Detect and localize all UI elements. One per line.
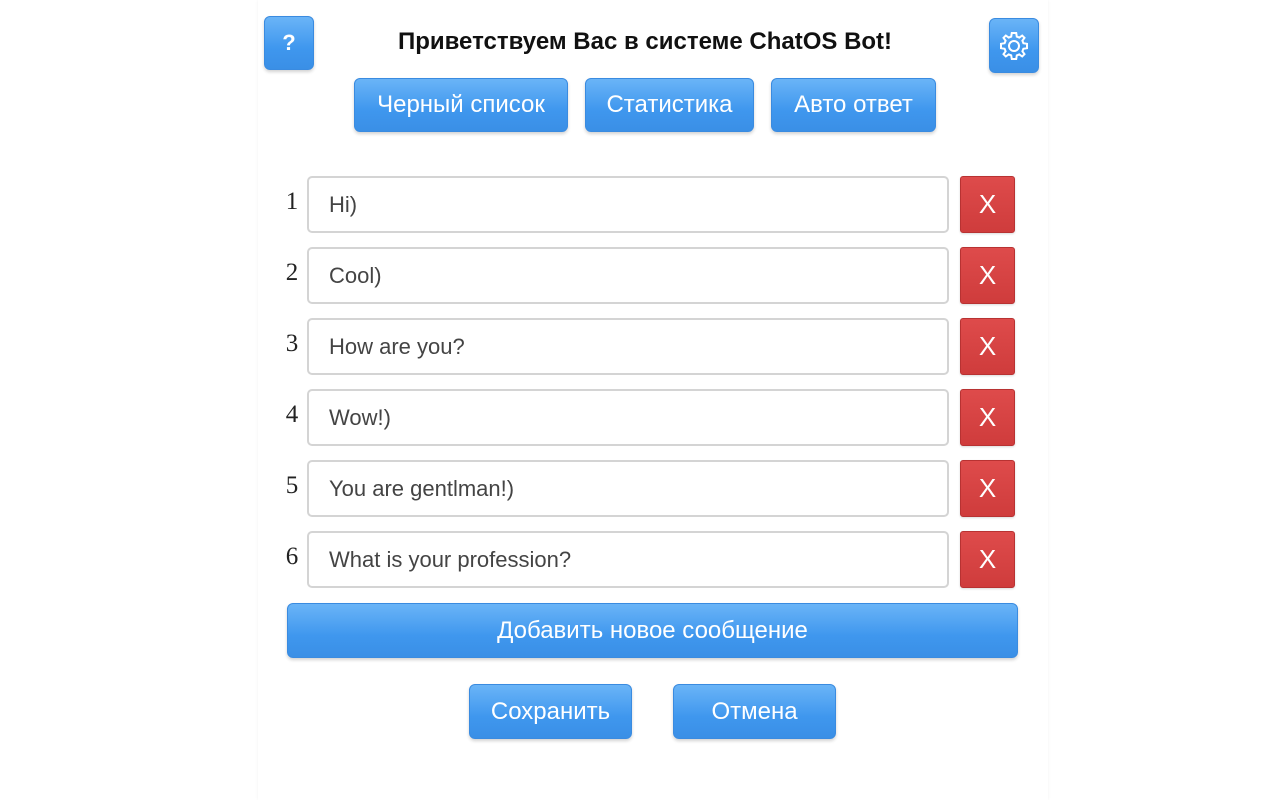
message-input[interactable] xyxy=(307,460,949,517)
tab-statistics[interactable]: Статистика xyxy=(585,78,754,132)
delete-button[interactable]: X xyxy=(960,176,1015,233)
message-input[interactable] xyxy=(307,389,949,446)
row-number: 1 xyxy=(285,188,299,215)
delete-button[interactable]: X xyxy=(960,318,1015,375)
row-number: 4 xyxy=(285,401,299,428)
delete-button[interactable]: X xyxy=(960,460,1015,517)
add-message-button[interactable]: Добавить новое сообщение xyxy=(287,603,1018,658)
row-number: 6 xyxy=(285,543,299,570)
help-button[interactable]: ? xyxy=(264,16,314,70)
save-button[interactable]: Сохранить xyxy=(469,684,632,739)
delete-button[interactable]: X xyxy=(960,389,1015,446)
delete-button[interactable]: X xyxy=(960,531,1015,588)
settings-button[interactable] xyxy=(989,18,1039,73)
cancel-button[interactable]: Отмена xyxy=(673,684,836,739)
tab-auto-reply[interactable]: Авто ответ xyxy=(771,78,936,132)
tab-blacklist[interactable]: Черный список xyxy=(354,78,568,132)
delete-button[interactable]: X xyxy=(960,247,1015,304)
row-number: 5 xyxy=(285,472,299,499)
row-number: 2 xyxy=(285,259,299,286)
message-input[interactable] xyxy=(307,247,949,304)
page-title: Приветствуем Вас в системе ChatOS Bot! xyxy=(397,28,893,55)
message-input[interactable] xyxy=(307,318,949,375)
message-input[interactable] xyxy=(307,176,949,233)
message-input[interactable] xyxy=(307,531,949,588)
gear-icon xyxy=(998,30,1030,62)
row-number: 3 xyxy=(285,330,299,357)
